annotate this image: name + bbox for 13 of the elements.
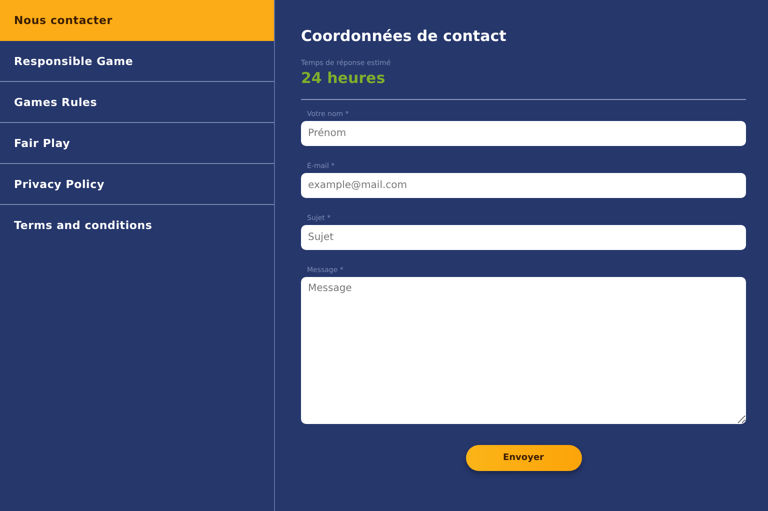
input-field[interactable]: Prénom: [301, 121, 746, 146]
sidebar-item[interactable]: Games Rules: [0, 82, 274, 123]
send-button[interactable]: Envoyer: [466, 445, 582, 471]
sidebar-item[interactable]: Fair Play: [0, 123, 274, 164]
sidebar-item[interactable]: Terms and conditions: [0, 205, 274, 245]
input-field[interactable]: example@mail.com: [301, 173, 746, 198]
input-field[interactable]: Sujet: [301, 225, 746, 250]
sidebar-item[interactable]: Nous contacter: [0, 0, 274, 41]
message-field[interactable]: Message: [301, 277, 746, 424]
sidebar-item[interactable]: Privacy Policy: [0, 164, 274, 205]
response-time-value: 24 heures: [301, 69, 386, 87]
sidebar-item[interactable]: Responsible Game: [0, 41, 274, 82]
section-title: Coordonnées de contact: [301, 26, 508, 46]
